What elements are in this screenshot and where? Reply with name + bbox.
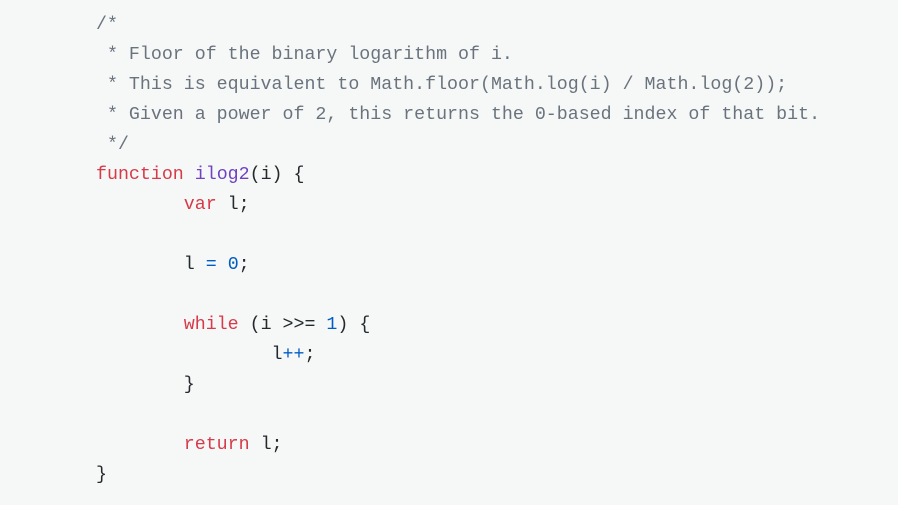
code-line: } — [96, 460, 820, 490]
close-brace: } — [183, 375, 195, 395]
statement-end: ; — [238, 255, 250, 275]
keyword-while: while — [183, 315, 239, 335]
comment-text: * Given a power of 2, this returns the 0… — [96, 105, 821, 125]
keyword-return: return — [183, 435, 250, 455]
code-line: * This is equivalent to Math.floor(Math.… — [96, 70, 820, 100]
code-block: /* * Floor of the binary logarithm of i.… — [96, 10, 820, 490]
close-brace: } — [96, 465, 107, 485]
code-line: * Given a power of 2, this returns the 0… — [96, 100, 820, 130]
while-condition: (i >>= — [238, 315, 327, 335]
code-line: return l; — [96, 430, 820, 460]
code-line: var l; — [96, 190, 820, 220]
comment-text: * This is equivalent to Math.floor(Math.… — [96, 75, 788, 95]
while-open-brace: ) { — [337, 315, 371, 335]
return-value: l; — [249, 435, 283, 455]
code-line: function ilog2(i) { — [96, 160, 820, 190]
code-line: */ — [96, 130, 820, 160]
keyword-function: function — [96, 165, 184, 185]
identifier: l — [271, 345, 283, 365]
function-params: (i) { — [249, 165, 305, 185]
code-line: l++; — [96, 340, 820, 370]
function-name: ilog2 — [194, 165, 250, 185]
keyword-var: var — [183, 195, 217, 215]
number-literal: 0 — [227, 255, 239, 275]
number-literal: 1 — [326, 315, 338, 335]
code-line: l = 0; — [96, 250, 820, 280]
assign-operator: = — [205, 255, 217, 275]
statement-end: ; — [304, 345, 316, 365]
comment-text: * Floor of the binary logarithm of i. — [96, 45, 513, 65]
code-line: /* — [96, 10, 820, 40]
var-declaration: l; — [216, 195, 250, 215]
code-line: * Floor of the binary logarithm of i. — [96, 40, 820, 70]
increment-operator: ++ — [282, 345, 305, 365]
code-line: while (i >>= 1) { — [96, 310, 820, 340]
code-line: } — [96, 370, 820, 400]
identifier: l — [183, 255, 206, 275]
comment-text: /* — [96, 15, 118, 35]
comment-text: */ — [96, 135, 129, 155]
